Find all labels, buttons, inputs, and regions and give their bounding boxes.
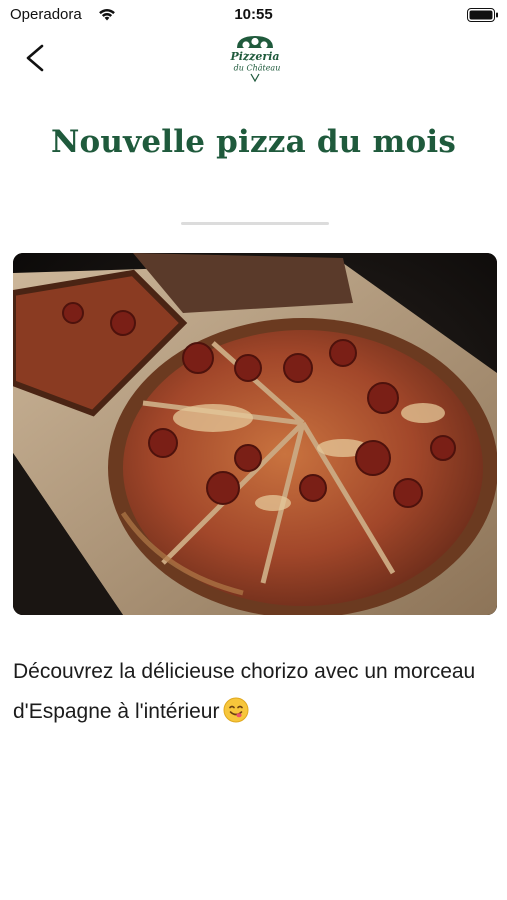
pizza-photo [13, 253, 497, 615]
description-text: Découvrez la délicieuse chorizo avec un … [13, 652, 493, 732]
back-button[interactable] [20, 40, 52, 76]
smiling-face-savoring-food-icon [223, 697, 249, 723]
battery-icon [467, 7, 499, 23]
logo-text-line2: du Château [234, 64, 281, 73]
chevron-left-icon [26, 44, 44, 72]
divider [181, 222, 329, 225]
clock: 10:55 [234, 6, 273, 23]
page-title: Nouvelle pizza du mois [50, 124, 456, 160]
navigation-bar: Pizzeria du Château [0, 30, 507, 86]
pizzeria-logo: Pizzeria du Château [226, 32, 284, 84]
status-bar: Operadora 10:55 [0, 0, 507, 30]
logo-text-line1: Pizzeria [229, 50, 279, 63]
